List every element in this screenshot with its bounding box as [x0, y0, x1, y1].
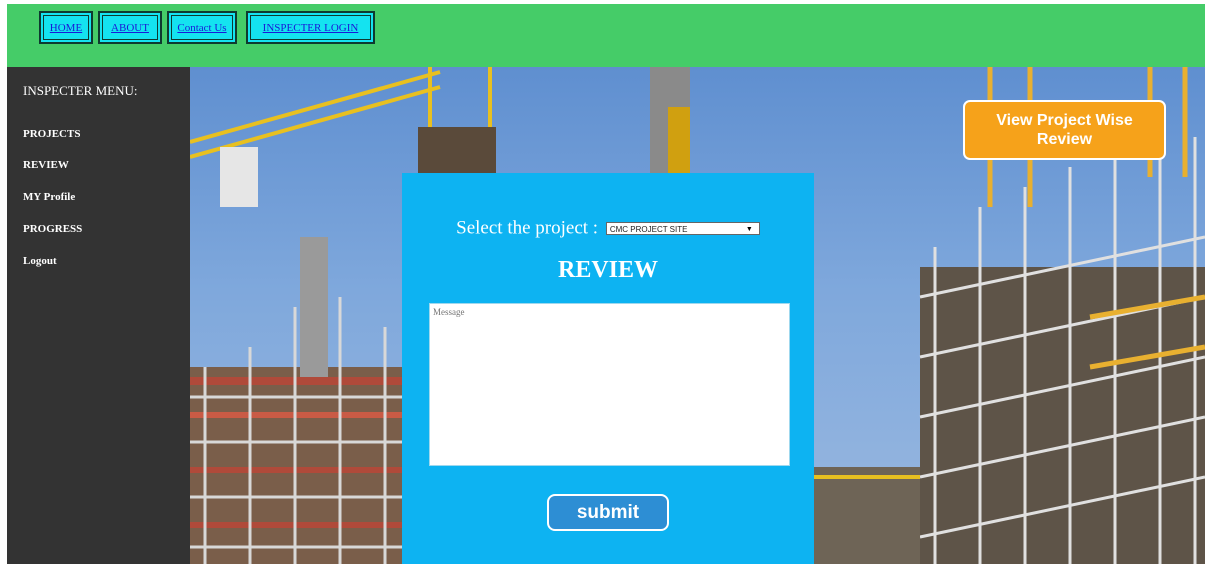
view-project-wise-review-button[interactable]: View Project Wise Review: [963, 100, 1166, 160]
review-form-panel: Select the project : CMC PROJECT SITE ▼ …: [402, 173, 814, 564]
nav-about-link[interactable]: ABOUT: [98, 11, 162, 44]
top-nav-bar: HOME ABOUT Contact Us INSPECTER LOGIN: [7, 4, 1205, 67]
message-textarea[interactable]: [429, 303, 790, 466]
project-select-row: Select the project : CMC PROJECT SITE ▼: [402, 217, 814, 240]
submit-button[interactable]: submit: [547, 494, 669, 531]
sidebar-item-progress[interactable]: PROGRESS: [23, 223, 82, 235]
chevron-down-icon: ▼: [745, 226, 753, 234]
nav-contact-link[interactable]: Contact Us: [167, 11, 237, 44]
review-heading: REVIEW: [557, 257, 659, 283]
sidebar-item-projects[interactable]: PROJECTS: [23, 128, 80, 140]
nav-home-link[interactable]: HOME: [39, 11, 93, 44]
sidebar-item-logout[interactable]: Logout: [23, 255, 57, 267]
nav-inspecter-login-link[interactable]: INSPECTER LOGIN: [246, 11, 375, 44]
sidebar-title: INSPECTER MENU:: [23, 83, 138, 98]
select-project-label: Select the project :: [456, 217, 599, 239]
sidebar-item-my-profile[interactable]: MY Profile: [23, 191, 75, 203]
selected-project-value: CMC PROJECT SITE: [609, 225, 688, 235]
project-select-dropdown[interactable]: CMC PROJECT SITE ▼: [605, 222, 760, 236]
sidebar-item-review[interactable]: REVIEW: [23, 159, 69, 171]
inspecter-sidebar: INSPECTER MENU: PROJECTS REVIEW MY Profi…: [7, 67, 190, 564]
